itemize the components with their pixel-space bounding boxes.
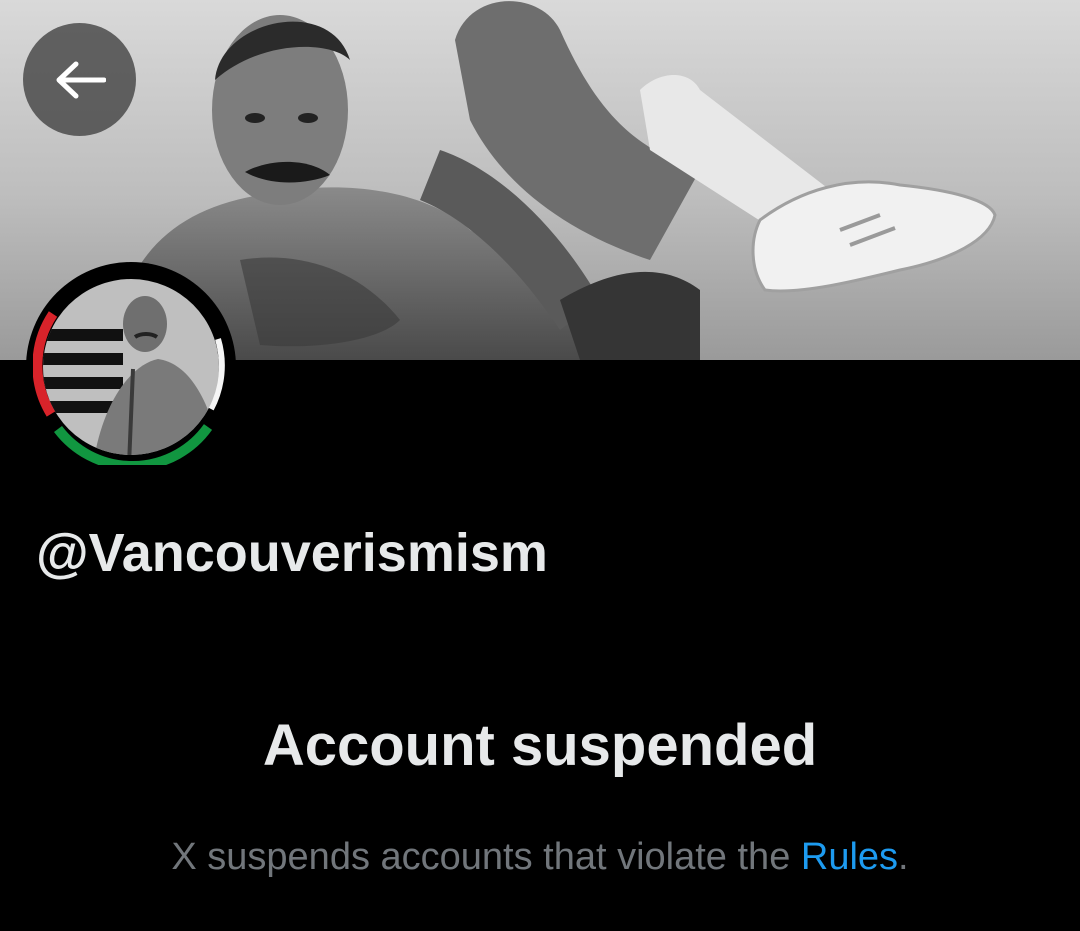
back-button[interactable] [23,23,136,136]
suspension-message: X suspends accounts that violate the Rul… [0,836,1080,879]
suspension-title: Account suspended [262,713,818,778]
suspension-message-text: X suspends accounts that violate the [171,836,801,878]
avatar[interactable] [26,262,236,472]
profile-handle: @Vancouverismism [36,523,548,583]
arrow-left-icon [56,61,106,98]
rules-link[interactable]: Rules [801,836,898,878]
avatar-photo [33,269,229,465]
suspension-message-period: . [898,836,909,878]
